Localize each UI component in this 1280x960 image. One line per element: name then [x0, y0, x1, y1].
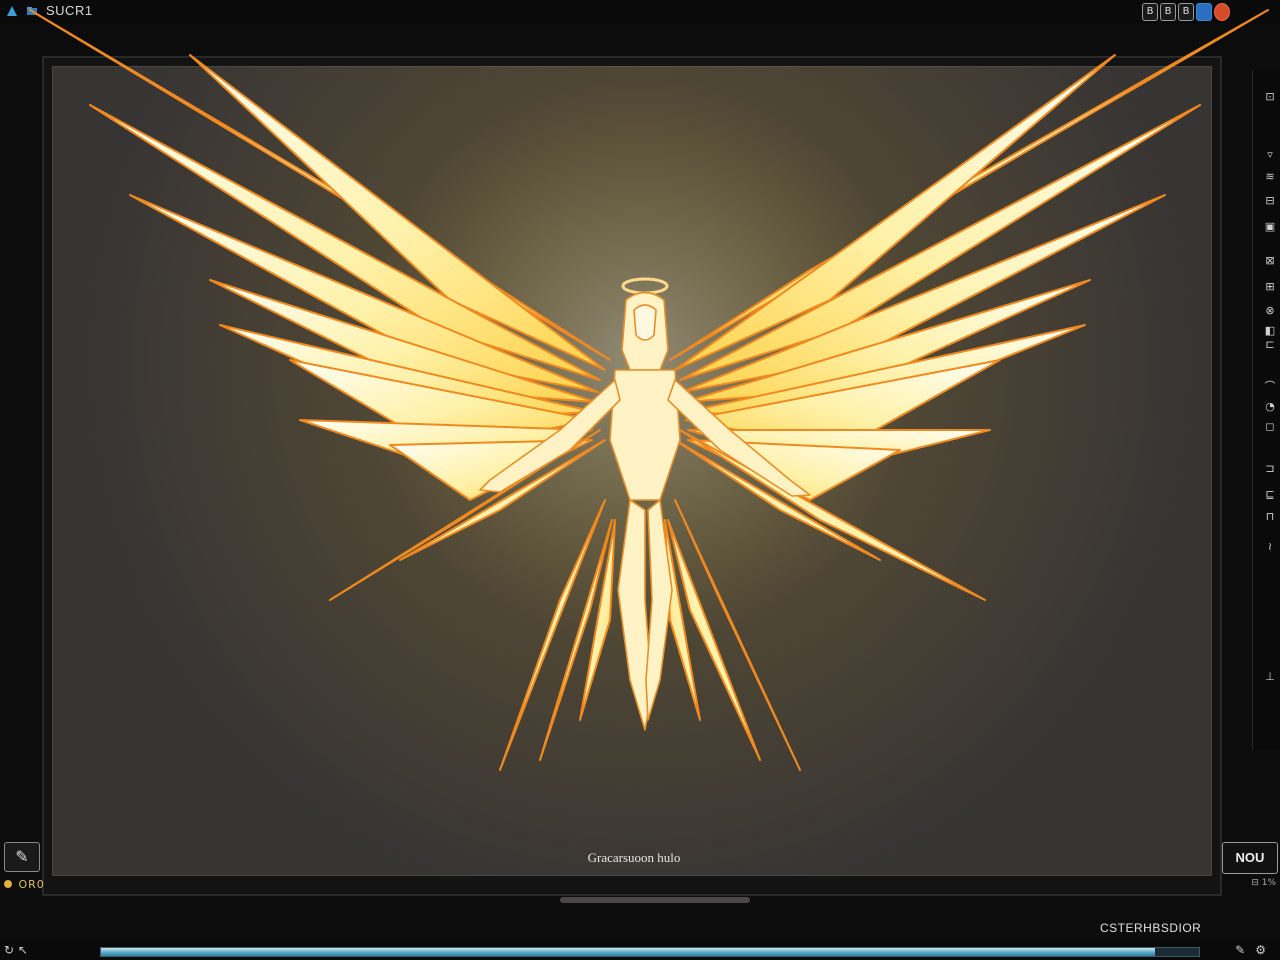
status-text: CSTERHBSDIOR — [1100, 921, 1202, 935]
panel-icon-17[interactable]: ≀ — [1263, 540, 1277, 554]
cursor-icon[interactable]: ↖ — [18, 943, 28, 957]
folder-icon[interactable] — [26, 5, 38, 17]
panel-icon-15[interactable]: ⊑ — [1263, 488, 1277, 502]
right-tool-panel: ⊡ ▿ ≋ ⊟ ▣ ⊠ ⊞ ⊗ ◧ ⊏ ⌒ ◔ ◻ ⊐ ⊑ ⊓ ≀ ⊥ — [1252, 70, 1280, 750]
bottom-left-icons: ↻ ↖ — [4, 943, 28, 957]
panel-icon-7[interactable]: ⊞ — [1263, 280, 1277, 294]
window-button-2[interactable]: B — [1160, 3, 1176, 21]
panel-icon-1[interactable]: ⊡ — [1263, 90, 1277, 104]
progress-bar — [100, 947, 1200, 957]
panel-icon-3[interactable]: ≋ — [1263, 170, 1277, 184]
refresh-icon[interactable]: ↻ — [4, 943, 14, 957]
zoom-indicator: ⊟ 1% — [1251, 878, 1276, 888]
panel-icon-6[interactable]: ⊠ — [1263, 254, 1277, 268]
left-status-text: OR0 — [18, 878, 45, 891]
panel-icon-12[interactable]: ◔ — [1263, 400, 1277, 414]
window-button-3[interactable]: B — [1178, 3, 1194, 21]
bottom-right-icons: ✎ ⚙ — [1235, 943, 1266, 957]
canvas-caption: Gracarsuoon hulo — [587, 850, 681, 865]
panel-icon-2[interactable]: ▿ — [1263, 148, 1277, 162]
nou-button[interactable]: NOU — [1222, 842, 1278, 874]
title-bar: SUCR1 B B B — [0, 0, 1280, 24]
window-controls: B B B — [1142, 3, 1230, 21]
app-icon[interactable] — [6, 5, 18, 17]
layers-icon[interactable] — [1196, 3, 1212, 21]
progress-fill — [101, 948, 1156, 956]
panel-icon-5[interactable]: ▣ — [1263, 220, 1277, 234]
panel-icon-11[interactable]: ⌒ — [1263, 380, 1277, 394]
settings-icon[interactable]: ⚙ — [1255, 943, 1266, 957]
status-dot-icon — [4, 880, 12, 888]
panel-icon-16[interactable]: ⊓ — [1263, 510, 1277, 524]
left-status: OR0 — [4, 878, 45, 891]
title-bar-left: SUCR1 — [6, 3, 93, 18]
panel-icon-14[interactable]: ⊐ — [1263, 462, 1277, 476]
window-button-1[interactable]: B — [1142, 3, 1158, 21]
panel-icon-4[interactable]: ⊟ — [1263, 194, 1277, 208]
panel-icon-18[interactable]: ⊥ — [1263, 670, 1277, 684]
pen-small-icon[interactable]: ✎ — [1235, 943, 1245, 957]
panel-icon-13[interactable]: ◻ — [1263, 420, 1277, 434]
horizontal-scrollbar[interactable] — [560, 897, 750, 903]
pen-icon: ✎ — [15, 847, 29, 866]
panel-icon-10[interactable]: ⊏ — [1263, 338, 1277, 352]
window-title: SUCR1 — [46, 3, 93, 18]
drawing-canvas[interactable] — [52, 66, 1212, 876]
record-icon[interactable] — [1214, 3, 1230, 21]
panel-icon-8[interactable]: ⊗ — [1263, 304, 1277, 318]
panel-icon-9[interactable]: ◧ — [1263, 324, 1277, 338]
pen-tool-button[interactable]: ✎ — [4, 842, 40, 872]
